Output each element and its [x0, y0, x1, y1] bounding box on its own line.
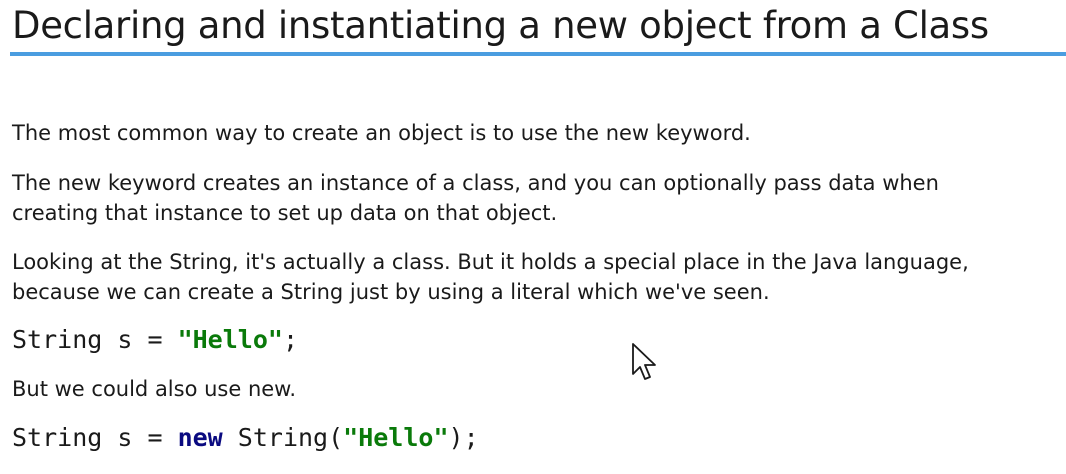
title-underline — [10, 52, 1066, 56]
code-constructor: String( — [222, 423, 344, 452]
code-suffix: ); — [448, 423, 479, 452]
paragraph-line: Looking at the String, it's actually a c… — [12, 250, 969, 274]
paragraph-line: The new keyword creates an instance of a… — [12, 171, 939, 195]
paragraph-line: because we can create a String just by u… — [12, 280, 770, 304]
code-prefix: String s = — [12, 423, 178, 452]
paragraph-line: creating that instance to set up data on… — [12, 201, 558, 225]
code-string-literal-value: "Hello" — [343, 423, 449, 452]
paragraph-instance: The new keyword creates an instance of a… — [12, 168, 939, 228]
paragraph-string-class: Looking at the String, it's actually a c… — [12, 247, 969, 307]
code-string-new: String s = new String("Hello"); — [12, 421, 479, 455]
slide-title: Declaring and instantiating a new object… — [12, 4, 989, 47]
code-string-literal-value: "Hello" — [177, 325, 283, 354]
slide: Declaring and instantiating a new object… — [0, 0, 1066, 474]
code-prefix: String s = — [12, 325, 178, 354]
mouse-pointer-icon — [632, 343, 656, 380]
code-suffix: ; — [282, 325, 298, 354]
code-new-keyword: new — [177, 423, 223, 452]
paragraph-text: But we could also use new. — [12, 377, 297, 401]
paragraph-new-keyword: The most common way to create an object … — [12, 118, 751, 148]
code-string-literal: String s = "Hello"; — [12, 323, 298, 357]
paragraph-text: The most common way to create an object … — [12, 121, 751, 145]
paragraph-use-new: But we could also use new. — [12, 374, 296, 404]
